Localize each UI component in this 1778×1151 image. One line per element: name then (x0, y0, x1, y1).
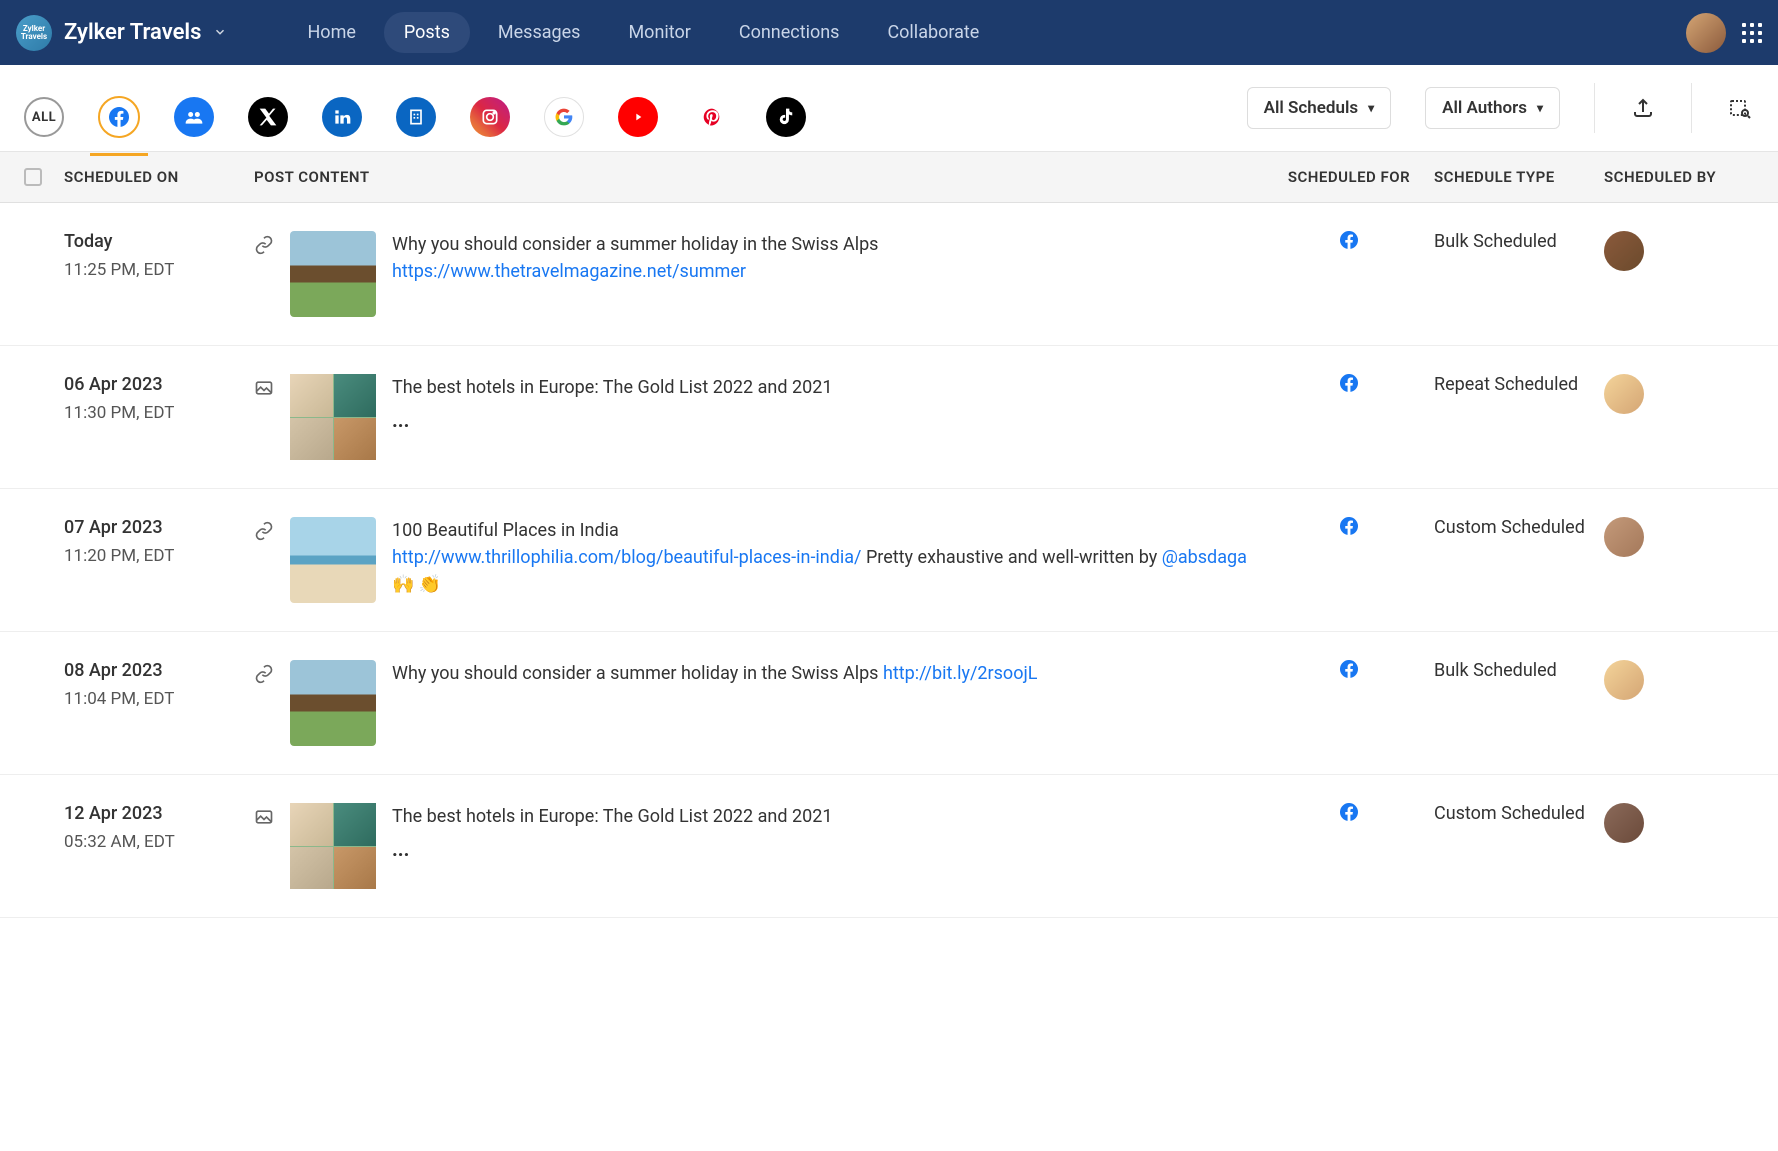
export-icon[interactable] (1629, 94, 1657, 122)
link-icon (254, 664, 274, 684)
post-text: Why you should consider a summer holiday… (392, 663, 883, 684)
table-row[interactable]: Today 11:25 PM, EDT Why you should consi… (0, 203, 1778, 346)
post-time: 11:30 PM, EDT (64, 403, 254, 423)
facebook-icon[interactable] (98, 96, 140, 138)
nav-monitor[interactable]: Monitor (608, 12, 710, 53)
filter-all[interactable]: ALL (24, 97, 64, 137)
post-thumbnail (290, 803, 376, 889)
pinterest-icon[interactable] (692, 97, 732, 137)
image-icon (254, 378, 274, 398)
schedule-type: Bulk Scheduled (1434, 660, 1604, 746)
authors-dropdown[interactable]: All Authors ▾ (1425, 87, 1560, 129)
header-scheduled-on: SCHEDULED ON (64, 168, 254, 186)
post-link[interactable]: https://www.thetravelmagazine.net/summer (392, 261, 746, 282)
nav-collaborate[interactable]: Collaborate (867, 12, 999, 53)
topbar: ZylkerTravels Zylker Travels Home Posts … (0, 0, 1778, 65)
instagram-icon[interactable] (470, 97, 510, 137)
post-date: 08 Apr 2023 (64, 660, 254, 681)
main-nav: Home Posts Messages Monitor Connections … (287, 12, 999, 53)
nav-home[interactable]: Home (287, 12, 375, 53)
link-icon (254, 521, 274, 541)
post-date: 07 Apr 2023 (64, 517, 254, 538)
nav-posts[interactable]: Posts (384, 12, 470, 53)
post-time: 11:04 PM, EDT (64, 689, 254, 709)
google-business-icon[interactable] (544, 97, 584, 137)
author-avatar[interactable] (1604, 231, 1644, 271)
post-ellipsis: ... (392, 834, 832, 864)
header-post-content: POST CONTENT (254, 168, 1264, 186)
author-avatar[interactable] (1604, 374, 1644, 414)
post-ellipsis: ... (392, 405, 832, 435)
table-row[interactable]: 07 Apr 2023 11:20 PM, EDT 100 Beautiful … (0, 489, 1778, 632)
post-date: 06 Apr 2023 (64, 374, 254, 395)
post-thumbnail (290, 231, 376, 317)
schedule-type: Custom Scheduled (1434, 517, 1604, 603)
nav-messages[interactable]: Messages (478, 12, 601, 53)
calendar-search-icon[interactable] (1726, 94, 1754, 122)
youtube-icon[interactable] (618, 97, 658, 137)
post-link[interactable]: http://www.thrillophilia.com/blog/beauti… (392, 547, 861, 568)
header-scheduled-by: SCHEDULED BY (1604, 168, 1754, 186)
schedule-type: Custom Scheduled (1434, 803, 1604, 889)
header-scheduled-for: SCHEDULED FOR (1264, 168, 1434, 186)
facebook-icon (1340, 517, 1358, 535)
table-header: SCHEDULED ON POST CONTENT SCHEDULED FOR … (0, 152, 1778, 203)
post-thumbnail (290, 660, 376, 746)
author-avatar[interactable] (1604, 517, 1644, 557)
post-text: Why you should consider a summer holiday… (392, 234, 878, 255)
post-time: 05:32 AM, EDT (64, 832, 254, 852)
table-row[interactable]: 06 Apr 2023 11:30 PM, EDT The best hotel… (0, 346, 1778, 489)
table-row[interactable]: 12 Apr 2023 05:32 AM, EDT The best hotel… (0, 775, 1778, 918)
brand-selector[interactable]: ZylkerTravels Zylker Travels (16, 15, 227, 51)
facebook-icon (1340, 374, 1358, 392)
linkedin-page-icon[interactable] (396, 97, 436, 137)
facebook-icon (1340, 660, 1358, 678)
post-text: The best hotels in Europe: The Gold List… (392, 377, 832, 398)
apps-icon[interactable] (1742, 23, 1762, 43)
image-icon (254, 807, 274, 827)
x-twitter-icon[interactable] (248, 97, 288, 137)
facebook-groups-icon[interactable] (174, 97, 214, 137)
chevron-down-icon: ▾ (1368, 101, 1374, 115)
post-thumbnail (290, 517, 376, 603)
post-link[interactable]: http://bit.ly/2rsoojL (883, 663, 1038, 684)
post-emoji: 🙌 👏 (392, 574, 441, 595)
post-text: 100 Beautiful Places in India (392, 520, 619, 541)
linkedin-icon[interactable] (322, 97, 362, 137)
post-mention[interactable]: @absdaga (1162, 547, 1247, 568)
authors-dropdown-label: All Authors (1442, 98, 1527, 118)
schedules-dropdown-label: All Scheduls (1264, 98, 1359, 118)
author-avatar[interactable] (1604, 660, 1644, 700)
filter-bar: ALL All Scheduls ▾ All Authors ▾ (0, 65, 1778, 152)
author-avatar[interactable] (1604, 803, 1644, 843)
post-time: 11:25 PM, EDT (64, 260, 254, 280)
nav-connections[interactable]: Connections (719, 12, 860, 53)
facebook-icon (1340, 231, 1358, 249)
schedule-type: Bulk Scheduled (1434, 231, 1604, 317)
chevron-down-icon (213, 20, 227, 45)
post-thumbnail (290, 374, 376, 460)
tiktok-icon[interactable] (766, 97, 806, 137)
post-text: The best hotels in Europe: The Gold List… (392, 806, 832, 827)
post-text-after: Pretty exhaustive and well-written by (861, 547, 1161, 568)
link-icon (254, 235, 274, 255)
brand-name: Zylker Travels (64, 20, 201, 45)
post-date: Today (64, 231, 254, 252)
user-avatar[interactable] (1686, 13, 1726, 53)
brand-logo: ZylkerTravels (16, 15, 52, 51)
header-schedule-type: SCHEDULE TYPE (1434, 168, 1604, 186)
select-all-checkbox[interactable] (24, 168, 42, 186)
facebook-icon (1340, 803, 1358, 821)
post-date: 12 Apr 2023 (64, 803, 254, 824)
table-row[interactable]: 08 Apr 2023 11:04 PM, EDT Why you should… (0, 632, 1778, 775)
schedules-dropdown[interactable]: All Scheduls ▾ (1247, 87, 1392, 129)
chevron-down-icon: ▾ (1537, 101, 1543, 115)
post-time: 11:20 PM, EDT (64, 546, 254, 566)
schedule-type: Repeat Scheduled (1434, 374, 1604, 460)
